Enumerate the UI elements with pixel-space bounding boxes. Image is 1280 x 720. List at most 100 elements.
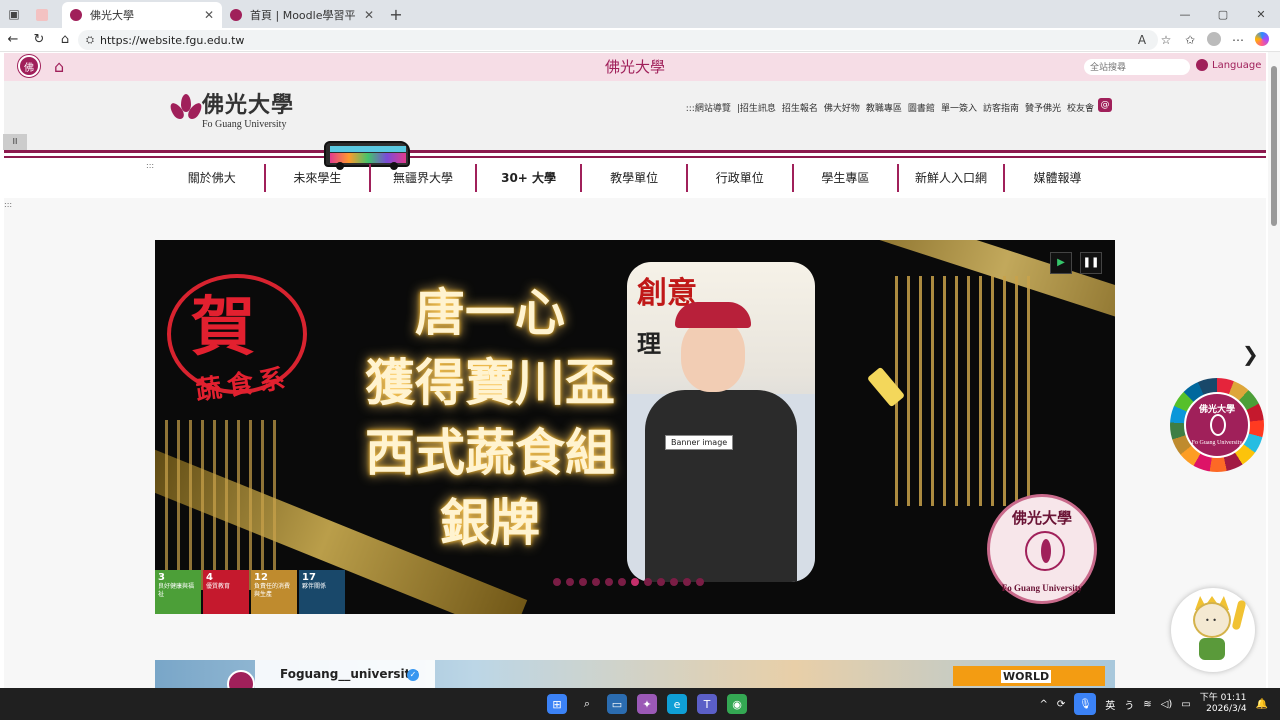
chevron-up-icon[interactable]: ^ bbox=[1040, 699, 1048, 710]
volume-icon[interactable]: ◁) bbox=[1161, 699, 1173, 710]
nav-administrative-units[interactable]: 行政單位 bbox=[688, 164, 794, 192]
gold-bars-decoration bbox=[895, 276, 1035, 506]
quick-link[interactable]: 招生報名 bbox=[782, 101, 818, 114]
next-slide-chevron-icon[interactable]: ❯ bbox=[1242, 342, 1259, 366]
copilot-icon[interactable]: ✦ bbox=[637, 694, 657, 714]
brand-name-zh: 佛光大學 bbox=[202, 92, 295, 118]
slide-dot[interactable] bbox=[618, 578, 626, 586]
new-tab-button[interactable]: + bbox=[382, 0, 410, 28]
nav-borderless-university[interactable]: 無疆界大學 bbox=[371, 164, 477, 192]
microphone-icon[interactable]: 🎙 bbox=[1074, 693, 1097, 715]
slide-dot[interactable] bbox=[566, 578, 574, 586]
clock[interactable]: 下午 01:11 2026/3/4 bbox=[1200, 693, 1247, 715]
home-icon[interactable]: ⌂ bbox=[52, 28, 78, 52]
slide-dot[interactable] bbox=[670, 578, 678, 586]
favorite-star-icon[interactable]: ☆ bbox=[1154, 33, 1178, 47]
close-tab-icon[interactable]: ✕ bbox=[204, 8, 214, 22]
university-logo[interactable]: 佛光大學 Fo Guang University bbox=[167, 87, 295, 130]
quick-link[interactable]: 訪客指南 bbox=[983, 101, 1019, 114]
quick-link[interactable]: 教職專區 bbox=[866, 101, 902, 114]
fgu-logo-icon bbox=[70, 9, 82, 21]
ime-indicator[interactable]: 英 bbox=[1105, 697, 1115, 712]
marquee-pause-button[interactable]: II bbox=[3, 134, 27, 150]
banner-tooltip: Banner image bbox=[665, 435, 734, 450]
nav-student-area[interactable]: 學生專區 bbox=[794, 164, 900, 192]
quick-link[interactable]: 圖書館 bbox=[908, 101, 935, 114]
more-menu-icon[interactable]: ⋯ bbox=[1226, 33, 1250, 47]
chrome-icon[interactable]: ◉ bbox=[727, 694, 747, 714]
site-info-icon[interactable]: ⛭ bbox=[86, 35, 94, 46]
sdg-number: 3 bbox=[158, 572, 165, 583]
slide-dot[interactable] bbox=[683, 578, 691, 586]
sdg-label: 夥伴關係 bbox=[302, 583, 327, 590]
notification-icon[interactable]: 🔔 bbox=[1256, 699, 1268, 710]
play-button[interactable]: ▶ bbox=[1050, 252, 1072, 274]
wifi-icon[interactable]: ≋ bbox=[1143, 699, 1151, 710]
sdg-tile: 17 夥伴關係 bbox=[299, 570, 345, 614]
language-button[interactable]: Language bbox=[1196, 59, 1261, 71]
slide-dot[interactable] bbox=[605, 578, 613, 586]
back-arrow-icon[interactable]: ← bbox=[0, 28, 26, 52]
slide-dot[interactable] bbox=[631, 578, 639, 586]
teams-icon[interactable]: T bbox=[697, 694, 717, 714]
quick-link[interactable]: :::網站導覽 bbox=[686, 101, 731, 114]
copilot-icon[interactable] bbox=[1255, 31, 1269, 46]
quick-link[interactable]: 佛大好物 bbox=[824, 101, 860, 114]
file-explorer-icon[interactable]: ▭ bbox=[607, 694, 627, 714]
tab-fgu[interactable]: 佛光大學 ✕ bbox=[62, 2, 222, 28]
language-label: Language bbox=[1212, 59, 1262, 71]
favorites-icon[interactable]: ✩ bbox=[1178, 33, 1202, 47]
nav-about[interactable]: 關於佛大 bbox=[160, 164, 266, 192]
refresh-icon[interactable]: ↻ bbox=[26, 28, 52, 52]
nav-future-students[interactable]: 未來學生 bbox=[266, 164, 372, 192]
page-scrollbar[interactable] bbox=[1268, 52, 1280, 688]
quick-link[interactable]: |招生訊息 bbox=[737, 101, 776, 114]
sync-icon[interactable]: ⟳ bbox=[1057, 699, 1065, 710]
slide-dot[interactable] bbox=[579, 578, 587, 586]
scrollbar-thumb[interactable] bbox=[1271, 66, 1277, 226]
sdg-badge[interactable]: 佛光大學 Fo Guang University bbox=[1170, 378, 1264, 472]
slide-dot[interactable] bbox=[644, 578, 652, 586]
threads-icon[interactable]: @ bbox=[1098, 98, 1112, 112]
profile-avatar-icon[interactable] bbox=[1207, 31, 1221, 46]
quick-link[interactable]: 單一簽入 bbox=[941, 101, 977, 114]
instagram-avatar[interactable] bbox=[227, 670, 255, 688]
slide-dot[interactable] bbox=[592, 578, 600, 586]
instagram-strip[interactable]: Foguang__university ✓ WORLD bbox=[155, 660, 1115, 688]
windows-start-icon[interactable]: ⊞ bbox=[547, 694, 567, 714]
stamp-main-text: 賀 bbox=[191, 290, 255, 365]
mascot-chatbot-button[interactable]: • • bbox=[1171, 588, 1255, 672]
slide-dot[interactable] bbox=[553, 578, 561, 586]
accesskey-marker[interactable]: ::: bbox=[146, 161, 154, 170]
nav-freshman-portal[interactable]: 新鮮人入口網 bbox=[899, 164, 1005, 192]
search-icon[interactable]: ⌕ bbox=[577, 694, 597, 714]
instagram-account-name[interactable]: Foguang__university bbox=[280, 667, 418, 681]
minimize-button[interactable]: — bbox=[1166, 0, 1204, 28]
banner-carousel[interactable]: 賀 蔬食系 唐一心 獲得寶川盃 西式蔬食組 銀牌 創意 理 佛光大學 Fo Gu… bbox=[155, 240, 1115, 614]
battery-icon[interactable]: ▭ bbox=[1181, 699, 1190, 710]
pause-button[interactable]: ❚❚ bbox=[1080, 252, 1102, 274]
maximize-button[interactable]: ▢ bbox=[1204, 0, 1242, 28]
nav-academic-units[interactable]: 教學單位 bbox=[582, 164, 688, 192]
quick-link[interactable]: 贊予佛光 bbox=[1025, 101, 1061, 114]
tab-moodle[interactable]: 首頁 | Moodle學習平臺 ✕ bbox=[222, 2, 382, 28]
slide-dot[interactable] bbox=[657, 578, 665, 586]
tab-pdf[interactable] bbox=[28, 2, 62, 28]
quick-link[interactable]: 校友會 bbox=[1067, 101, 1094, 114]
close-tab-icon[interactable]: ✕ bbox=[364, 8, 374, 22]
sdg-number: 4 bbox=[206, 572, 213, 583]
edge-icon[interactable]: e bbox=[667, 694, 687, 714]
moodle-icon bbox=[230, 9, 242, 21]
slide-dot[interactable] bbox=[696, 578, 704, 586]
tab-actions-icon[interactable]: ▣ bbox=[0, 0, 28, 28]
site-top-bar: 佛 ⌂ 佛光大學 Language bbox=[4, 53, 1266, 81]
cap bbox=[675, 302, 751, 328]
close-window-button[interactable]: ✕ bbox=[1242, 0, 1280, 28]
nav-30-plus-university[interactable]: 30+ 大學 bbox=[477, 164, 583, 192]
url-field[interactable]: ⛭ https://website.fgu.edu.tw bbox=[78, 30, 1158, 50]
read-aloud-icon[interactable]: A bbox=[1130, 33, 1154, 47]
site-search-input[interactable] bbox=[1084, 59, 1190, 75]
ime-mode-icon[interactable]: う bbox=[1124, 697, 1134, 712]
accesskey-marker[interactable]: ::: bbox=[4, 200, 12, 209]
nav-media-reports[interactable]: 媒體報導 bbox=[1005, 164, 1111, 192]
